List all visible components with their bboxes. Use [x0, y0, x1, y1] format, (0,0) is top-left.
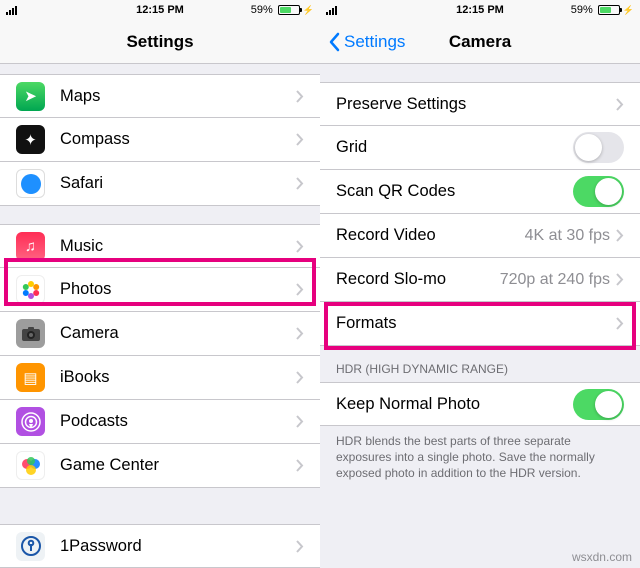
row-safari[interactable]: Safari	[0, 162, 320, 206]
row-label: Safari	[60, 174, 296, 193]
row-label: Podcasts	[60, 412, 296, 431]
back-button[interactable]: Settings	[328, 32, 405, 52]
watermark: wsxdn.com	[572, 550, 632, 564]
battery-pct: 59%	[571, 4, 593, 16]
row-label: iBooks	[60, 368, 296, 387]
hdr-section-footer: HDR blends the best parts of three separ…	[320, 426, 640, 492]
status-time: 12:15 PM	[456, 4, 504, 16]
signal-icon	[326, 5, 337, 15]
chevron-right-icon	[296, 133, 304, 146]
row-label: 1Password	[60, 537, 296, 556]
row-scan-qr: Scan QR Codes	[320, 170, 640, 214]
row-label: Photos	[60, 280, 296, 299]
nav-bar: Settings Camera	[320, 20, 640, 64]
row-label: Formats	[336, 314, 616, 333]
settings-list[interactable]: ➤ Maps ✦ Compass Safari ♫ Music Photos	[0, 64, 320, 568]
photos-icon	[16, 275, 45, 304]
chevron-right-icon	[296, 327, 304, 340]
row-podcasts[interactable]: Podcasts	[0, 400, 320, 444]
row-label: Game Center	[60, 456, 296, 475]
row-formats[interactable]: Formats	[320, 302, 640, 346]
chevron-right-icon	[296, 283, 304, 296]
row-photos[interactable]: Photos	[0, 268, 320, 312]
1password-icon	[16, 532, 45, 561]
row-label: Record Video	[336, 226, 525, 245]
gamecenter-icon	[16, 451, 45, 480]
chevron-right-icon	[616, 229, 624, 242]
settings-screen: 12:15 PM 59% ⚡ Settings ➤ Maps ✦ Compass…	[0, 0, 320, 568]
grid-switch[interactable]	[573, 132, 624, 163]
charging-icon: ⚡	[623, 5, 634, 16]
battery-icon	[278, 5, 300, 15]
podcasts-icon	[16, 407, 45, 436]
row-1password[interactable]: 1Password	[0, 524, 320, 568]
row-music[interactable]: ♫ Music	[0, 224, 320, 268]
page-title: Settings	[126, 32, 193, 52]
chevron-right-icon	[616, 98, 624, 111]
row-keep-normal-photo: Keep Normal Photo	[320, 382, 640, 426]
camera-icon	[16, 319, 45, 348]
back-label: Settings	[344, 32, 405, 52]
status-time: 12:15 PM	[136, 4, 184, 16]
camera-settings-list[interactable]: Preserve Settings Grid Scan QR Codes Rec…	[320, 64, 640, 568]
row-label: Compass	[60, 130, 296, 149]
row-ibooks[interactable]: ▤ iBooks	[0, 356, 320, 400]
nav-bar: Settings	[0, 20, 320, 64]
row-label: Camera	[60, 324, 296, 343]
row-label: Scan QR Codes	[336, 182, 573, 201]
row-maps[interactable]: ➤ Maps	[0, 74, 320, 118]
chevron-right-icon	[296, 90, 304, 103]
maps-icon: ➤	[16, 82, 45, 111]
chevron-right-icon	[296, 540, 304, 553]
chevron-left-icon	[328, 32, 340, 52]
safari-icon	[16, 169, 45, 198]
battery-icon	[598, 5, 620, 15]
row-gamecenter[interactable]: Game Center	[0, 444, 320, 488]
row-label: Preserve Settings	[336, 95, 616, 114]
row-label: Music	[60, 237, 296, 256]
row-record-video[interactable]: Record Video 4K at 30 fps	[320, 214, 640, 258]
page-title: Camera	[449, 32, 511, 52]
signal-icon	[6, 5, 17, 15]
hdr-section-header: HDR (HIGH DYNAMIC RANGE)	[320, 346, 640, 382]
battery-pct: 59%	[251, 4, 273, 16]
chevron-right-icon	[296, 240, 304, 253]
row-label: Keep Normal Photo	[336, 395, 573, 414]
row-camera[interactable]: Camera	[0, 312, 320, 356]
ibooks-icon: ▤	[16, 363, 45, 392]
row-label: Grid	[336, 138, 573, 157]
row-detail: 720p at 240 fps	[500, 271, 610, 289]
chevron-right-icon	[616, 317, 624, 330]
chevron-right-icon	[296, 177, 304, 190]
music-icon: ♫	[16, 232, 45, 261]
row-compass[interactable]: ✦ Compass	[0, 118, 320, 162]
camera-settings-screen: 12:15 PM 59% ⚡ Settings Camera Preserve …	[320, 0, 640, 568]
chevron-right-icon	[296, 415, 304, 428]
scan-qr-switch[interactable]	[573, 176, 624, 207]
status-bar: 12:15 PM 59% ⚡	[320, 0, 640, 20]
compass-icon: ✦	[16, 125, 45, 154]
status-bar: 12:15 PM 59% ⚡	[0, 0, 320, 20]
chevron-right-icon	[616, 273, 624, 286]
chevron-right-icon	[296, 371, 304, 384]
row-preserve-settings[interactable]: Preserve Settings	[320, 82, 640, 126]
charging-icon: ⚡	[303, 5, 314, 16]
row-detail: 4K at 30 fps	[525, 227, 610, 245]
row-grid: Grid	[320, 126, 640, 170]
row-record-slomo[interactable]: Record Slo-mo 720p at 240 fps	[320, 258, 640, 302]
keep-normal-photo-switch[interactable]	[573, 389, 624, 420]
row-label: Record Slo-mo	[336, 270, 500, 289]
chevron-right-icon	[296, 459, 304, 472]
row-label: Maps	[60, 87, 296, 106]
